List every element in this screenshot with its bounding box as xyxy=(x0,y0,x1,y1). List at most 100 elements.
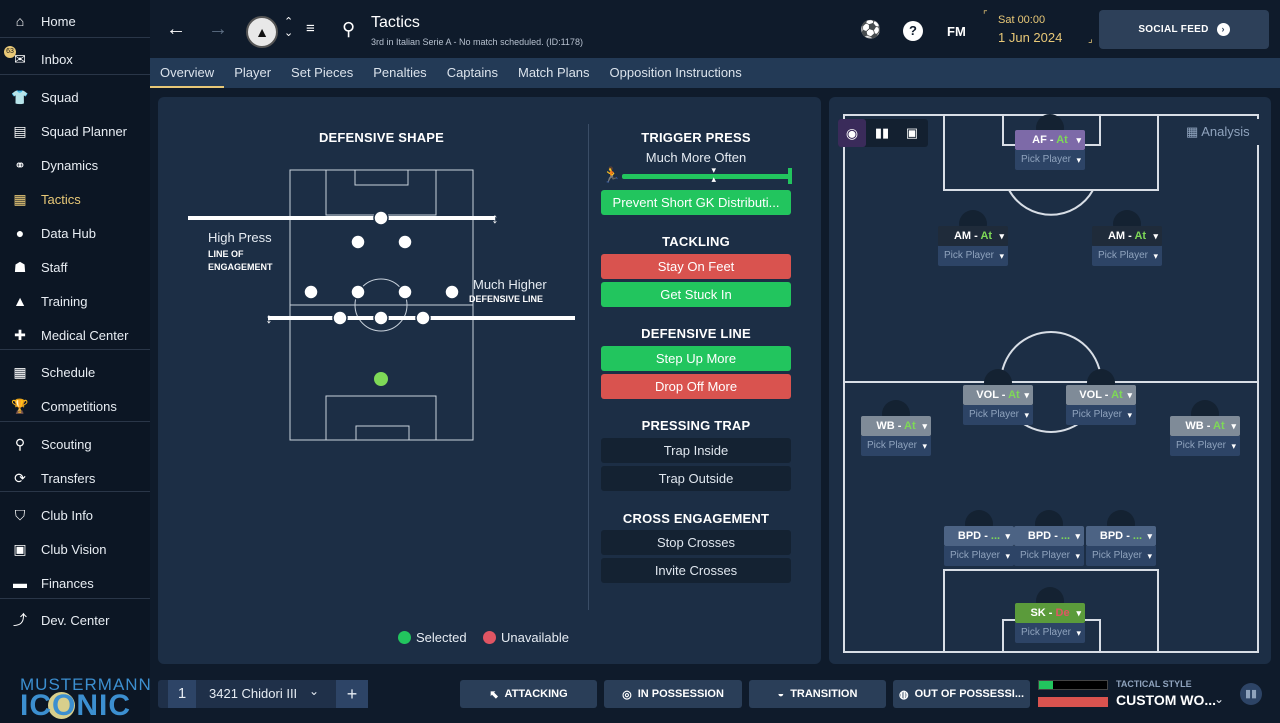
player-dot xyxy=(415,310,431,326)
trap-inside-button[interactable]: Trap Inside xyxy=(601,438,791,463)
sidebar-item-dev-center[interactable]: ⤴ Dev. Center xyxy=(0,603,150,637)
social-feed-label: SOCIAL FEED xyxy=(1138,24,1209,35)
help-icon[interactable]: ? xyxy=(903,21,923,41)
analysis-button[interactable]: ▦ Analysis xyxy=(1180,119,1260,145)
sidebar-item-club-vision[interactable]: ▣ Club Vision xyxy=(0,532,150,566)
forward-arrow-icon[interactable]: → xyxy=(208,18,228,41)
sidebar-item-finances[interactable]: ▬ Finances xyxy=(0,566,150,600)
sidebar-item-training[interactable]: ▲ Training xyxy=(0,284,150,318)
stay-on-feet-button[interactable]: Stay On Feet xyxy=(601,254,791,279)
tab-overview[interactable]: Overview xyxy=(150,58,225,88)
football-icon[interactable]: ⚽ xyxy=(860,20,881,40)
sidebar-item-inbox[interactable]: ✉ Inbox 63 xyxy=(0,42,150,76)
stats-view-icon[interactable]: ▮▮ xyxy=(868,119,896,147)
position-role-am[interactable]: AM - At xyxy=(938,226,1008,246)
role-separator: - xyxy=(998,389,1009,401)
social-feed-button[interactable]: SOCIAL FEED › xyxy=(1099,10,1269,49)
drop-off-more-button[interactable]: Drop Off More xyxy=(601,374,791,399)
sidebar-item-competitions[interactable]: 🏆 Competitions xyxy=(0,389,150,423)
pick-player-dropdown[interactable]: Pick Player xyxy=(861,436,931,456)
sidebar-item-label: Squad xyxy=(41,89,79,105)
role-label: VOL xyxy=(1079,389,1102,401)
player-view-icon[interactable]: ◉ xyxy=(838,119,866,147)
sidebar-item-staff[interactable]: ☗ Staff xyxy=(0,250,150,284)
tactic-slot-number[interactable]: 1 xyxy=(168,680,196,708)
bottom-penalty-box xyxy=(325,395,437,441)
position-role-bpd[interactable]: BPD - ... xyxy=(944,526,1014,546)
sidebar-item-label: Dev. Center xyxy=(41,612,110,628)
chevron-down-icon[interactable]: ⌄ xyxy=(309,684,319,698)
pick-player-dropdown[interactable]: Pick Player xyxy=(1015,623,1085,643)
position-role-sk[interactable]: SK - De xyxy=(1015,603,1085,623)
position-role-wb[interactable]: WB - At xyxy=(1170,416,1240,436)
slider-handle[interactable]: ▾ ▴ xyxy=(712,166,717,184)
tab-set-pieces[interactable]: Set Pieces xyxy=(281,58,363,88)
sidebar-item-tactics[interactable]: ▦ Tactics xyxy=(0,182,150,216)
pick-player-dropdown[interactable]: Pick Player xyxy=(944,546,1014,566)
pick-player-dropdown[interactable]: Pick Player xyxy=(1014,546,1084,566)
top-penalty-box xyxy=(325,169,437,216)
position-role-am[interactable]: AM - At xyxy=(1092,226,1162,246)
stop-crosses-button[interactable]: Stop Crosses xyxy=(601,530,791,555)
style-chevron-icon[interactable]: ⌄ xyxy=(1214,692,1224,706)
chart-icon[interactable]: ▮▮ xyxy=(1240,683,1262,705)
tab-opposition-instructions[interactable]: Opposition Instructions xyxy=(600,58,752,88)
sidebar-item-squad[interactable]: 👕 Squad xyxy=(0,80,150,114)
tab-penalties[interactable]: Penalties xyxy=(363,58,436,88)
position-role-vol[interactable]: VOL - At xyxy=(963,385,1033,405)
sidebar-item-medical-center[interactable]: ✚ Medical Center xyxy=(0,318,150,352)
role-label: AF xyxy=(1032,134,1047,146)
trigger-press-slider[interactable] xyxy=(622,174,792,179)
duty-label: At xyxy=(1008,389,1020,401)
sidebar-divider xyxy=(0,421,150,422)
menu-icon[interactable]: ≡ xyxy=(306,20,315,37)
tactical-style-value[interactable]: CUSTOM WO... xyxy=(1116,692,1216,708)
sidebar-item-dynamics[interactable]: ⚭ Dynamics xyxy=(0,148,150,182)
pick-player-dropdown[interactable]: Pick Player xyxy=(1066,405,1136,425)
position-role-bpd[interactable]: BPD - ... xyxy=(1086,526,1156,546)
sidebar-item-squad-planner[interactable]: ▤ Squad Planner xyxy=(0,114,150,148)
in-possession-button[interactable]: ◎ IN POSSESSION xyxy=(604,680,742,708)
step-up-more-button[interactable]: Step Up More xyxy=(601,346,791,371)
add-tactic-button[interactable]: + xyxy=(336,680,368,708)
sidebar-item-scouting[interactable]: ⚲ Scouting xyxy=(0,427,150,461)
pick-player-dropdown[interactable]: Pick Player xyxy=(1086,546,1156,566)
club-crest[interactable]: ▲ xyxy=(246,16,278,48)
position-role-af[interactable]: AF - At xyxy=(1015,130,1085,150)
pick-player-dropdown[interactable]: Pick Player xyxy=(1015,150,1085,170)
attacking-button[interactable]: ⬉ ATTACKING xyxy=(460,680,597,708)
club-switch-icon[interactable]: ⌃ ⌄ xyxy=(284,17,293,39)
sidebar-item-data-hub[interactable]: ● Data Hub xyxy=(0,216,150,250)
trap-outside-button[interactable]: Trap Outside xyxy=(601,466,791,491)
position-role-bpd[interactable]: BPD - ... xyxy=(1014,526,1084,546)
pick-player-dropdown[interactable]: Pick Player xyxy=(938,246,1008,266)
position-role-wb[interactable]: WB - At xyxy=(861,416,931,436)
player-dot xyxy=(444,284,460,300)
cross-engagement-title: CROSS ENGAGEMENT xyxy=(622,511,770,526)
prevent-gk-distribution-button[interactable]: Prevent Short GK Distributi... xyxy=(601,190,791,215)
selected-legend-dot xyxy=(398,631,411,644)
top-goal-box xyxy=(354,169,409,186)
pick-player-dropdown[interactable]: Pick Player xyxy=(963,405,1033,425)
sidebar-item-club-info[interactable]: ⛉ Club Info xyxy=(0,498,150,532)
transition-icon: ◒ xyxy=(777,688,785,700)
transition-button[interactable]: ◒ TRANSITION xyxy=(749,680,886,708)
transfers-icon: ⟳ xyxy=(14,469,26,486)
sidebar-item-schedule[interactable]: ▦ Schedule xyxy=(0,355,150,389)
back-arrow-icon[interactable]: ← xyxy=(166,18,186,41)
tab-captains[interactable]: Captains xyxy=(437,58,508,88)
fm-logo[interactable]: FM xyxy=(947,24,966,39)
out-of-possession-button[interactable]: ◍ OUT OF POSSESSI... xyxy=(893,680,1030,708)
pick-player-dropdown[interactable]: Pick Player xyxy=(1170,436,1240,456)
tactic-name[interactable]: 3421 Chidori III xyxy=(209,686,297,701)
pick-player-dropdown[interactable]: Pick Player xyxy=(1092,246,1162,266)
search-icon[interactable]: ⚲ xyxy=(342,19,355,40)
info-view-icon[interactable]: ▣ xyxy=(898,119,926,147)
position-role-vol[interactable]: VOL - At xyxy=(1066,385,1136,405)
tab-player[interactable]: Player xyxy=(224,58,281,88)
get-stuck-in-button[interactable]: Get Stuck In xyxy=(601,282,791,307)
tab-match-plans[interactable]: Match Plans xyxy=(508,58,600,88)
sidebar-item-transfers[interactable]: ⟳ Transfers xyxy=(0,461,150,495)
sidebar-item-home[interactable]: ⌂ Home xyxy=(0,4,150,38)
invite-crosses-button[interactable]: Invite Crosses xyxy=(601,558,791,583)
